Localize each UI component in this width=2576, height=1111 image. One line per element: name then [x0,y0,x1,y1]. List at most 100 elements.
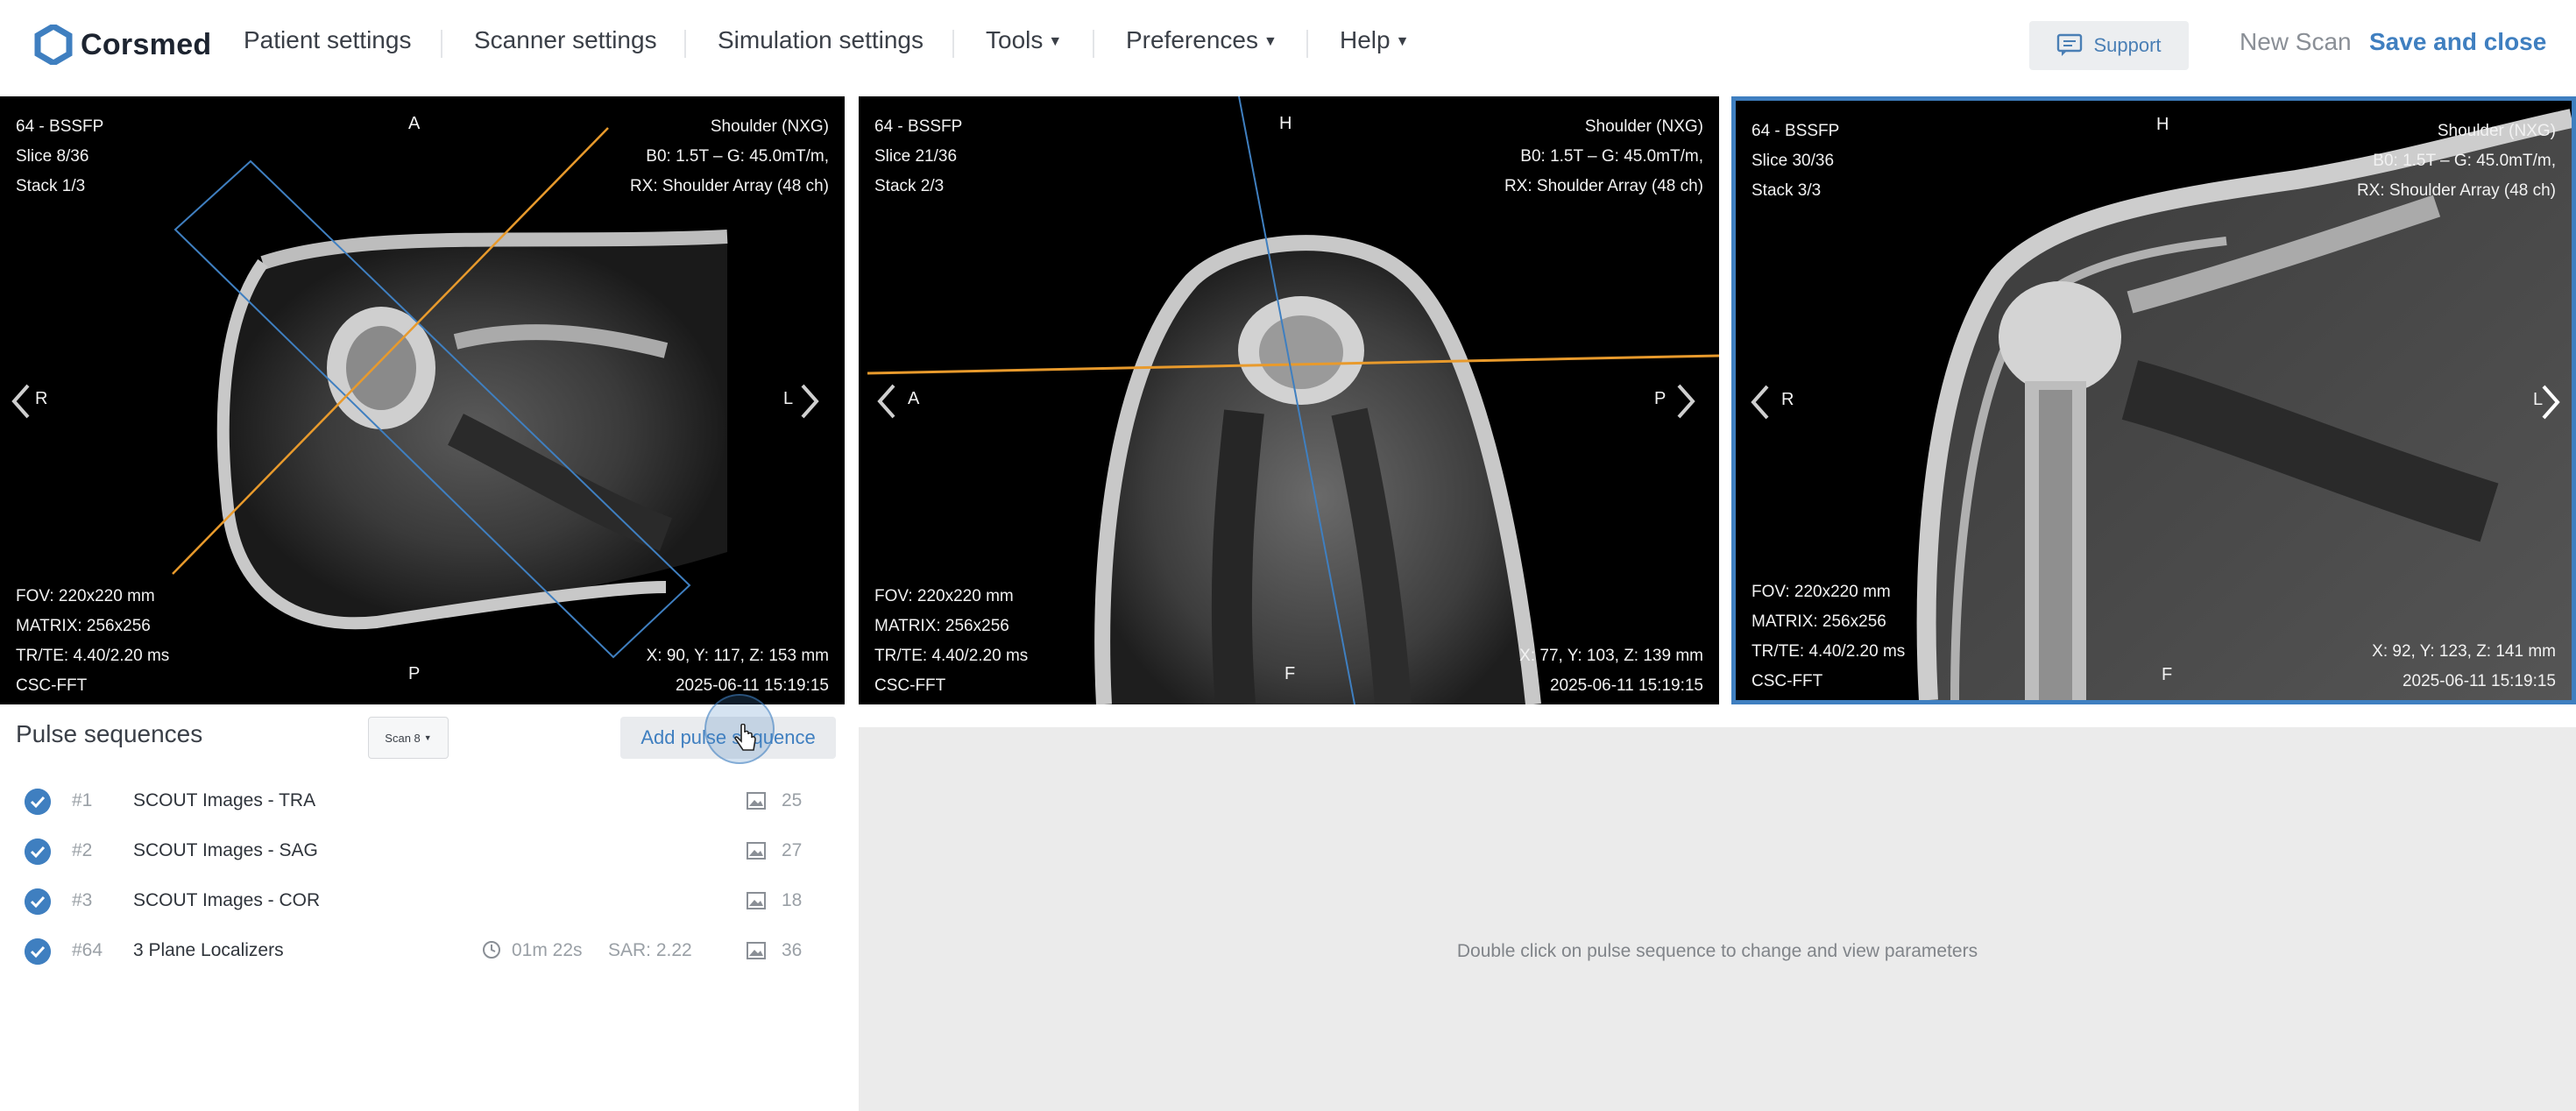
scanner-info: Shoulder (NXG) B0: 1.5T – G: 45.0mT/m, R… [630,112,829,202]
parameters-hint: Double click on pulse sequence to change… [1456,941,1978,961]
check-icon[interactable] [25,839,51,865]
series-info: 64 - BSSFP Slice 21/36 Stack 2/3 [874,112,962,202]
reconstruction: CSC-FFT [1752,672,1823,690]
chevron-left-icon[interactable] [871,375,901,428]
fov: FOV: 220x220 mm [16,587,155,605]
image-viewer-3[interactable]: 64 - BSSFP Slice 30/36 Stack 3/3 Shoulde… [1731,96,2576,704]
field-strength: B0: 1.5T – G: 45.0mT/m, [646,147,829,166]
acquisition-datetime: 2025-06-11 15:19:15 [2402,672,2556,690]
sequence-name: 3 Plane Localizers [133,940,284,960]
sequence-sar: SAR: 2.22 [608,940,692,960]
orientation-bottom: F [2162,665,2173,684]
orientation-bottom: F [1284,664,1296,683]
sequence-name: SCOUT Images - COR [133,890,321,910]
cursor-coordinates: X: 90, Y: 117, Z: 153 mm [646,647,829,665]
receive-coil: RX: Shoulder Array (48 ch) [2356,181,2556,200]
image-icon [747,842,766,860]
chevron-right-icon[interactable] [1672,375,1702,428]
menu-tools-label: Tools [986,26,1044,53]
brand-logo[interactable]: Corsmed [33,25,211,65]
acquisition-info: FOV: 220x220 mm MATRIX: 256x256 TR/TE: 4… [16,582,169,701]
sequence-number: #64 [72,940,103,960]
check-icon[interactable] [25,789,51,815]
orientation-right: L [783,389,794,408]
orientation-left: A [908,389,920,408]
image-count: 25 [782,790,803,810]
acquisition-datetime: 2025-06-11 15:19:15 [1549,676,1703,695]
clock-icon [483,941,500,959]
chevron-left-icon[interactable] [1744,376,1774,428]
support-label: Support [2093,34,2162,56]
image-icon [747,792,766,810]
menu-simulation-settings[interactable]: Simulation settings [718,26,924,54]
orientation-bottom: P [408,664,421,683]
cursor-icon [734,724,756,751]
stack-index: Stack 3/3 [1752,181,1822,200]
scan-selector-label: Scan 8 [385,731,421,745]
caret-down-icon: ▼ [1263,33,1277,49]
chevron-left-icon[interactable] [5,375,35,428]
chevron-right-icon[interactable] [2537,376,2566,428]
pulse-sequence-row[interactable]: #3 SCOUT Images - COR 18 [0,876,857,925]
scanner-info: Shoulder (NXG) B0: 1.5T – G: 45.0mT/m, R… [1504,112,1703,202]
fov: FOV: 220x220 mm [874,587,1014,605]
tr-te: TR/TE: 4.40/2.20 ms [1752,642,1906,661]
receive-coil: RX: Shoulder Array (48 ch) [1504,177,1703,195]
matrix: MATRIX: 256x256 [1752,612,1886,631]
orientation-top: H [1279,114,1292,133]
slice-index: Slice 21/36 [874,147,958,166]
chevron-right-icon[interactable] [796,375,825,428]
sequence-number: #2 [72,840,93,860]
receive-coil: RX: Shoulder Array (48 ch) [629,177,829,195]
orientation-left: R [1781,390,1794,409]
sequence-name: 64 - BSSFP [16,117,104,136]
menu-divider [952,30,954,58]
orientation-top: H [2156,115,2169,134]
pulse-sequence-row[interactable]: #1 SCOUT Images - TRA 25 [0,776,857,825]
matrix: MATRIX: 256x256 [874,617,1009,635]
support-button[interactable]: Support [2029,21,2189,70]
field-strength: B0: 1.5T – G: 45.0mT/m, [2373,152,2556,170]
menu-scanner-settings[interactable]: Scanner settings [474,26,657,54]
scan-selector-dropdown[interactable]: Scan 8 ▼ [368,717,449,759]
position-info: X: 92, Y: 123, Z: 141 mm 2025-06-11 15:1… [2372,637,2556,697]
orientation-top: A [408,114,421,133]
new-scan-button[interactable]: New Scan [2240,28,2352,56]
body-region: Shoulder (NXG) [710,117,829,136]
slice-index: Slice 30/36 [1752,152,1835,170]
pulse-sequence-row[interactable]: #64 3 Plane Localizers 01m 22s SAR: 2.22… [0,926,857,975]
sequence-parameters-panel: Double click on pulse sequence to change… [859,727,2576,1111]
corsmed-logo-icon [34,25,73,65]
menu-preferences-label: Preferences [1126,26,1258,53]
tr-te: TR/TE: 4.40/2.20 ms [874,647,1029,665]
matrix: MATRIX: 256x256 [16,617,151,635]
menu-patient-settings[interactable]: Patient settings [244,26,411,54]
sequence-name: SCOUT Images - TRA [133,790,316,810]
image-viewer-2[interactable]: 64 - BSSFP Slice 21/36 Stack 2/3 Shoulde… [859,96,1719,704]
reconstruction: CSC-FFT [874,676,946,695]
save-and-close-button[interactable]: Save and close [2369,28,2546,56]
menu-tools[interactable]: Tools ▼ [986,26,1062,54]
acquisition-info: FOV: 220x220 mm MATRIX: 256x256 TR/TE: 4… [874,582,1028,701]
image-count: 18 [782,890,803,910]
stack-index: Stack 1/3 [16,177,86,195]
sequence-name: 64 - BSSFP [874,117,963,136]
field-strength: B0: 1.5T – G: 45.0mT/m, [1520,147,1703,166]
tr-te: TR/TE: 4.40/2.20 ms [16,647,170,665]
top-navigation-bar: Corsmed Patient settings Scanner setting… [0,0,2576,95]
image-viewer-1[interactable]: 64 - BSSFP Slice 8/36 Stack 1/3 Shoulder… [0,96,845,704]
menu-divider [1093,30,1094,58]
check-icon[interactable] [25,938,51,965]
orientation-left: R [35,389,48,408]
menu-preferences[interactable]: Preferences ▼ [1126,26,1277,54]
sequence-duration: 01m 22s [512,940,583,960]
pulse-sequence-row[interactable]: #2 SCOUT Images - SAG 27 [0,826,857,875]
slice-index: Slice 8/36 [16,147,89,166]
app-root: Corsmed Patient settings Scanner setting… [0,0,2576,1111]
menu-help[interactable]: Help ▼ [1340,26,1409,54]
series-info: 64 - BSSFP Slice 8/36 Stack 1/3 [16,112,103,202]
caret-down-icon: ▼ [423,733,432,742]
cursor-coordinates: X: 77, Y: 103, Z: 139 mm [1519,647,1703,665]
acquisition-info: FOV: 220x220 mm MATRIX: 256x256 TR/TE: 4… [1752,577,1905,697]
check-icon[interactable] [25,888,51,915]
